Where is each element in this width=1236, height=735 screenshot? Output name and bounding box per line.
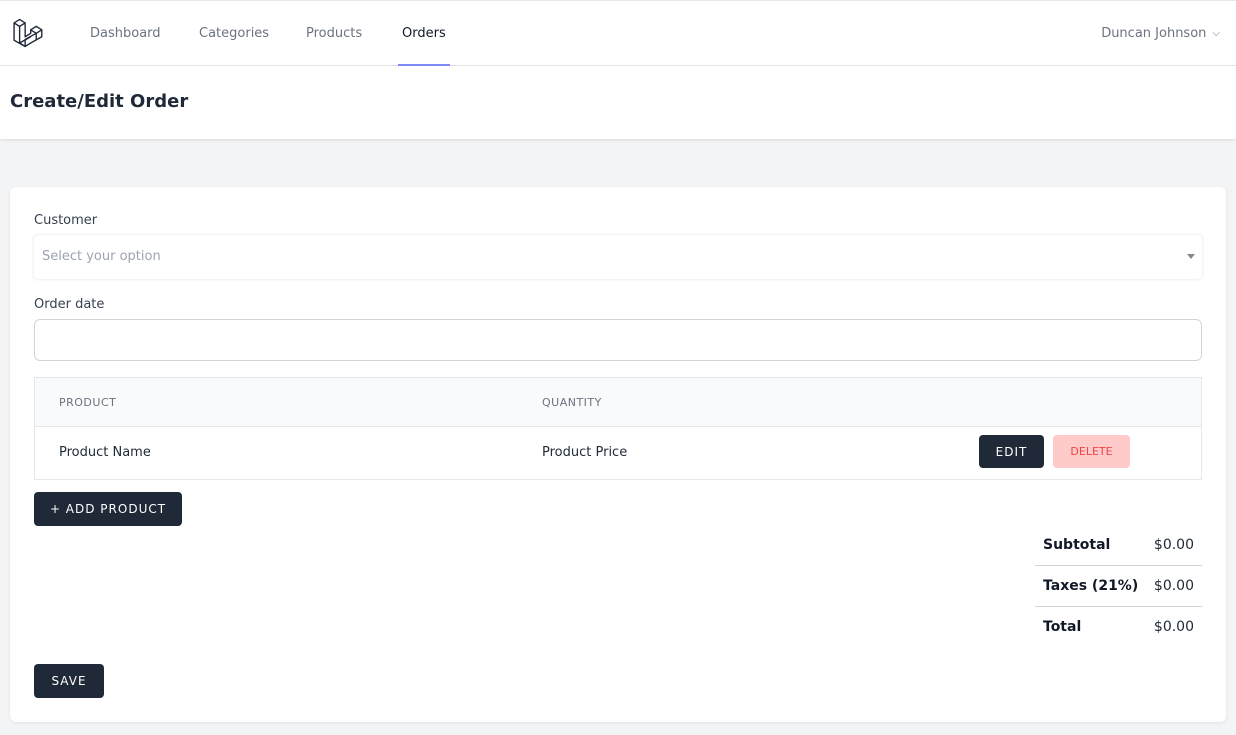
nav-dashboard[interactable]: Dashboard bbox=[90, 1, 161, 66]
subtotal-value: $0.00 bbox=[1153, 537, 1194, 553]
order-form-card: Customer Select your option Order date P… bbox=[10, 187, 1226, 722]
taxes-label: Taxes (21%) bbox=[1043, 578, 1139, 594]
taxes-row: Taxes (21%) $0.00 bbox=[1035, 566, 1202, 607]
top-navigation: Dashboard Categories Products Orders Dun… bbox=[0, 0, 1236, 66]
order-date-input[interactable] bbox=[34, 319, 1202, 361]
customer-select-placeholder: Select your option bbox=[42, 249, 161, 264]
table-header: Product Quantity bbox=[35, 378, 1201, 427]
table-row: Product Name Product Price Edit Delete bbox=[35, 427, 1201, 479]
nav-products[interactable]: Products bbox=[306, 1, 362, 66]
page-header: Create/Edit Order bbox=[0, 66, 1236, 139]
nav-categories[interactable]: Categories bbox=[199, 1, 269, 66]
totals-table: Subtotal $0.00 Taxes (21%) $0.00 Total $… bbox=[1035, 525, 1202, 648]
order-date-label: Order date bbox=[34, 297, 105, 312]
subtotal-label: Subtotal bbox=[1043, 537, 1111, 553]
product-name-cell: Product Name bbox=[59, 445, 151, 460]
edit-button[interactable]: Edit bbox=[979, 435, 1044, 468]
caret-down-icon bbox=[1187, 254, 1195, 259]
total-row: Total $0.00 bbox=[1035, 607, 1202, 648]
total-label: Total bbox=[1043, 619, 1082, 635]
column-header-quantity: Quantity bbox=[542, 396, 602, 409]
delete-button[interactable]: Delete bbox=[1053, 435, 1130, 468]
laravel-logo-icon[interactable] bbox=[12, 16, 48, 52]
customer-select[interactable]: Select your option bbox=[34, 235, 1202, 279]
chevron-down-icon: ⌵ bbox=[1212, 28, 1220, 39]
nav-orders[interactable]: Orders bbox=[398, 1, 450, 66]
column-header-product: Product bbox=[59, 396, 117, 409]
customer-label: Customer bbox=[34, 213, 98, 228]
user-menu[interactable]: Duncan Johnson ⌵ bbox=[1101, 1, 1220, 66]
total-value: $0.00 bbox=[1153, 619, 1194, 635]
user-name: Duncan Johnson bbox=[1101, 26, 1207, 41]
product-quantity-cell: Product Price bbox=[542, 445, 628, 460]
save-button[interactable]: Save bbox=[34, 664, 104, 698]
taxes-value: $0.00 bbox=[1153, 578, 1194, 594]
add-product-button[interactable]: + Add Product bbox=[34, 492, 182, 526]
subtotal-row: Subtotal $0.00 bbox=[1035, 525, 1202, 566]
page-title: Create/Edit Order bbox=[10, 91, 189, 112]
products-table: Product Quantity Product Name Product Pr… bbox=[34, 377, 1202, 480]
